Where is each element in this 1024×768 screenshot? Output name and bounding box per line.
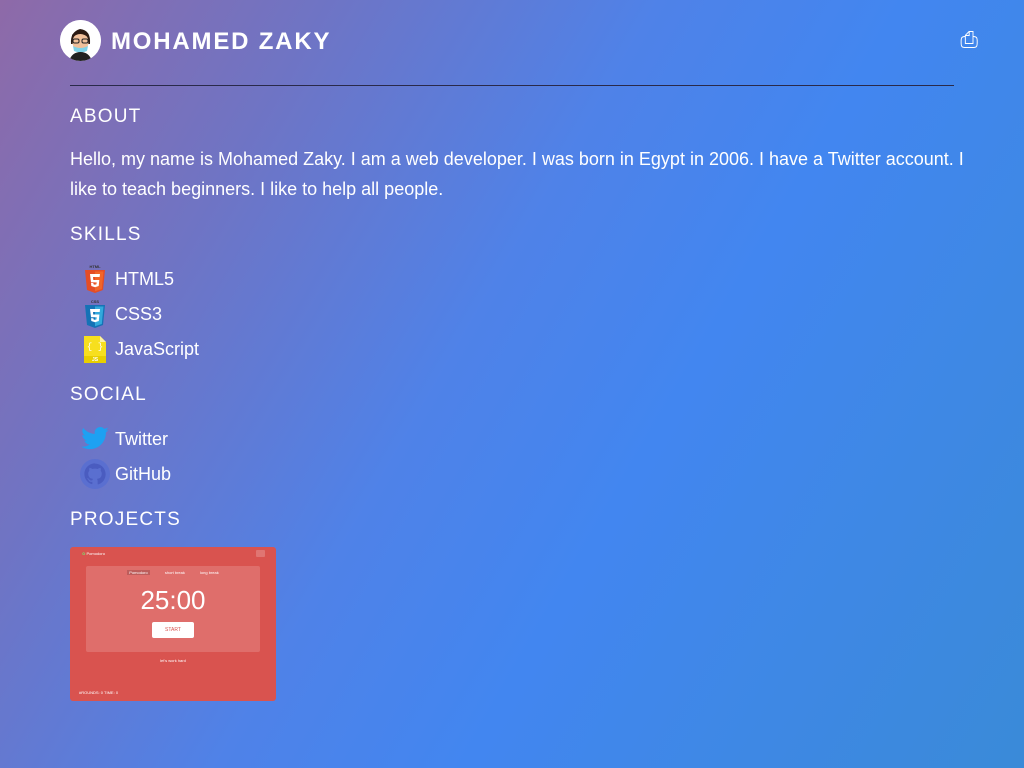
- avatar-icon: [60, 20, 101, 61]
- skill-label-css3: CSS3: [115, 304, 163, 324]
- share-icon[interactable]: ⎙: [960, 28, 978, 52]
- pomodoro-message: let's work hard: [160, 658, 186, 663]
- svg-text:JS: JS: [92, 357, 99, 363]
- pomodoro-start-button: START: [152, 622, 194, 638]
- pomodoro-logo: ✿ Pomodoro: [82, 551, 105, 556]
- skill-item-css3: CSS CSS3: [80, 299, 380, 329]
- skill-label-html5: HTML5: [115, 269, 175, 289]
- avatar: [60, 20, 101, 61]
- css3-icon: CSS: [80, 299, 110, 329]
- long-break-tab: long break: [200, 570, 219, 575]
- social-link-twitter[interactable]: Twitter: [80, 424, 380, 454]
- about-text: Hello, my name is Mohamed Zaky. I am a w…: [70, 149, 964, 199]
- svg-text:CSS: CSS: [91, 299, 100, 304]
- short-break-tab: short break: [164, 570, 185, 575]
- html5-icon: HTML: [80, 264, 110, 294]
- social-heading: SOCIAL: [70, 384, 147, 405]
- pomodoro-footer: #ROUNDS: 0 TIME: 0: [79, 690, 119, 695]
- skill-item-html5: HTML HTML5: [80, 264, 380, 294]
- social-label-twitter: Twitter: [115, 429, 169, 449]
- skill-item-javascript: { } JS JavaScript: [80, 334, 380, 364]
- header-divider: [70, 85, 954, 86]
- svg-text:{ }: { }: [87, 342, 103, 352]
- svg-text:HTML: HTML: [89, 264, 101, 269]
- skills-heading: SKILLS: [70, 224, 142, 245]
- about-heading: ABOUT: [70, 106, 142, 127]
- site-title[interactable]: MOHAMED ZAKY: [111, 28, 331, 56]
- pomodoro-tab: Pomodoro: [127, 570, 150, 575]
- pomodoro-time: 25:00: [140, 585, 206, 615]
- project-thumbnail-pomodoro[interactable]: ✿ Pomodoro Pomodoro short break long bre…: [70, 547, 276, 701]
- social-label-github: GitHub: [115, 464, 172, 484]
- javascript-icon: { } JS: [80, 334, 110, 364]
- pomodoro-settings-button: [256, 550, 265, 557]
- site-header: MOHAMED ZAKY ⎙: [60, 18, 978, 64]
- projects-heading: PROJECTS: [70, 509, 181, 530]
- pomodoro-tabs: Pomodoro short break long break: [86, 570, 260, 575]
- twitter-icon: [80, 424, 110, 454]
- skill-label-javascript: JavaScript: [115, 339, 200, 359]
- pomodoro-timer-card: Pomodoro short break long break 25:00 ST…: [86, 566, 260, 652]
- social-link-github[interactable]: GitHub: [80, 459, 380, 489]
- github-icon: [80, 459, 110, 489]
